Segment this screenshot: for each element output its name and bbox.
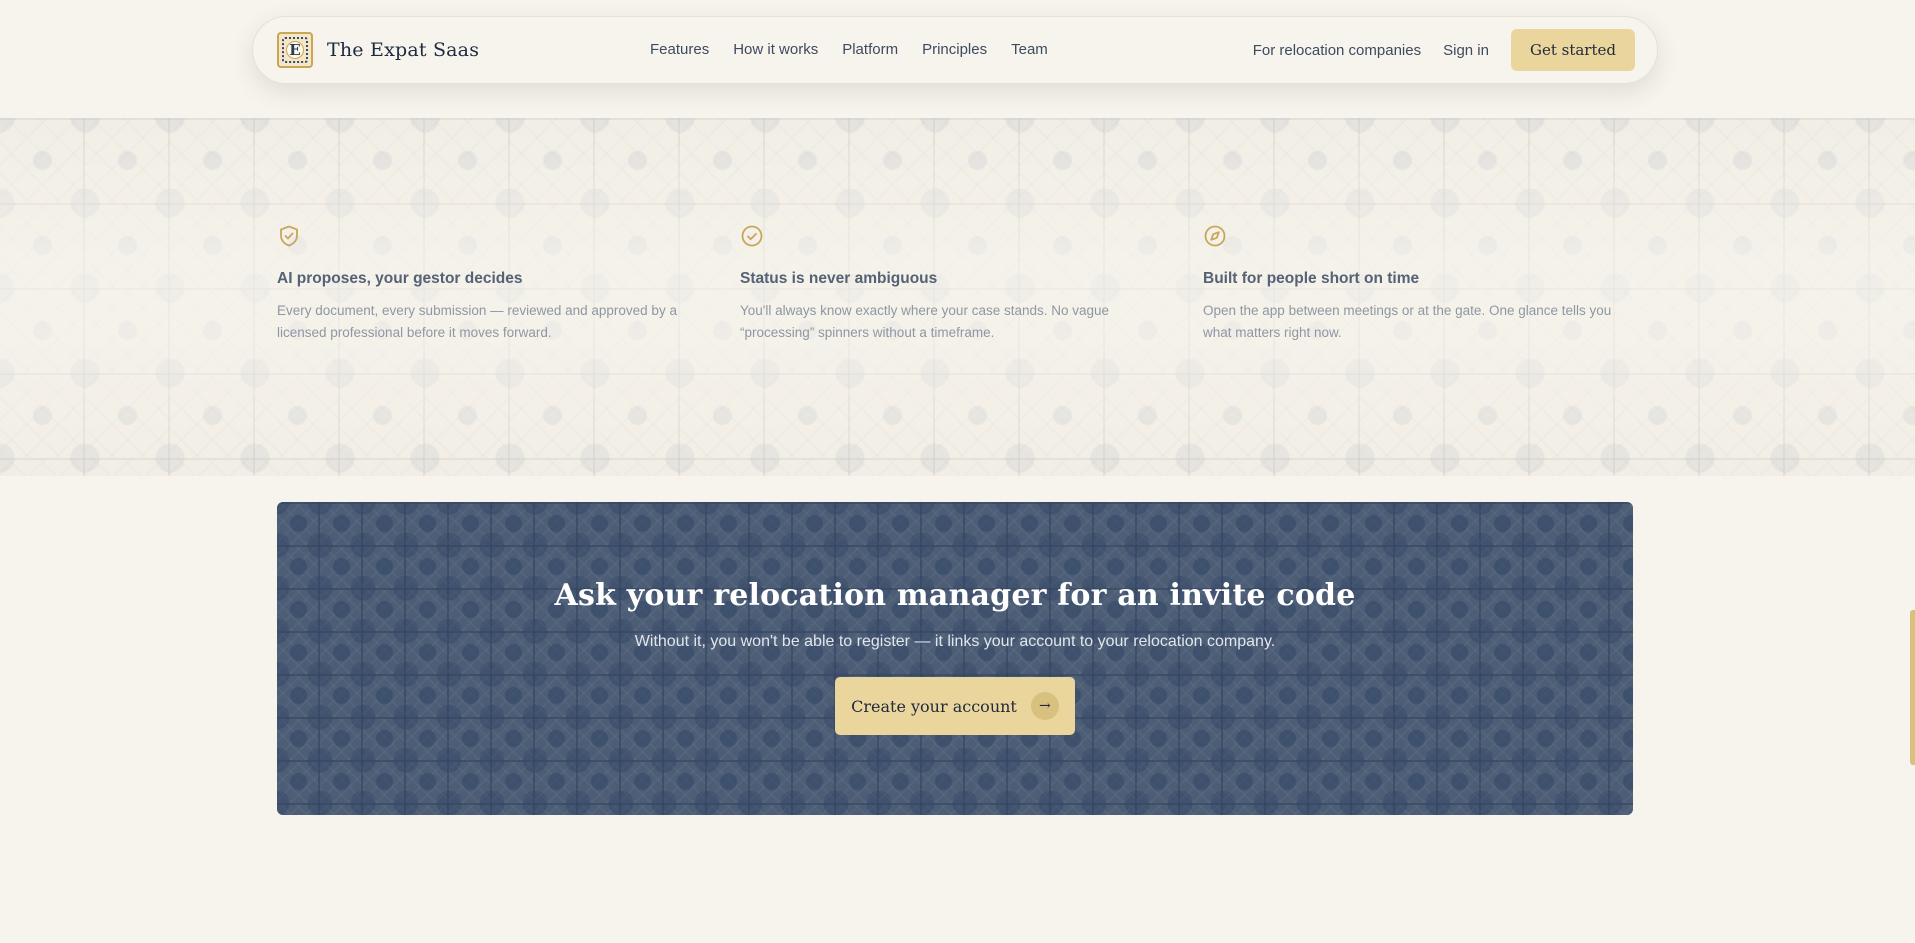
feature-description: Every document, every submission — revie… <box>277 303 677 340</box>
scroll-handle[interactable] <box>1910 610 1915 765</box>
logo-letter: E <box>286 41 304 59</box>
nav-links: Features How it works Platform Principle… <box>650 41 1048 58</box>
feature-built-for-time: Built for people short on time Open the … <box>1203 224 1666 344</box>
feature-description: Open the app between meetings or at the … <box>1203 303 1612 340</box>
feature-status: Status is never ambiguous You'll always … <box>740 224 1203 344</box>
circle-check-icon <box>741 225 763 247</box>
nav-link-how-it-works[interactable]: How it works <box>733 41 818 58</box>
for-relocation-companies-link[interactable]: For relocation companies <box>1253 42 1421 59</box>
create-account-button[interactable]: Create your account → <box>835 677 1075 735</box>
brand[interactable]: E The Expat Saas <box>277 32 637 68</box>
create-account-label: Create your account <box>851 696 1017 716</box>
cta-subtitle: Without it, you won't be able to registe… <box>634 633 1276 650</box>
nav-link-platform[interactable]: Platform <box>842 41 898 58</box>
sign-in-link[interactable]: Sign in <box>1443 42 1489 59</box>
brand-logo-icon: E <box>277 32 313 68</box>
cta-title: Ask your relocation manager for an invit… <box>554 578 1356 613</box>
feature-title: Built for people short on time <box>1203 270 1420 287</box>
top-navigation: E The Expat Saas Features How it works P… <box>252 16 1658 84</box>
nav-link-features[interactable]: Features <box>650 41 709 58</box>
nav-actions: For relocation companies Sign in Get sta… <box>1253 29 1635 71</box>
feature-title: Status is never ambiguous <box>740 270 938 287</box>
nav-link-principles[interactable]: Principles <box>922 41 987 58</box>
invite-code-cta: Ask your relocation manager for an invit… <box>277 502 1633 815</box>
nav-link-team[interactable]: Team <box>1011 41 1048 58</box>
feature-title: AI proposes, your gestor decides <box>277 270 523 287</box>
feature-description: You'll always know exactly where your ca… <box>740 303 1110 340</box>
arrow-right-icon: → <box>1030 692 1059 720</box>
brand-name: The Expat Saas <box>327 39 480 61</box>
feature-ai-proposes: AI proposes, your gestor decides Every d… <box>277 224 740 344</box>
shield-check-icon <box>280 225 298 247</box>
compass-icon <box>1204 225 1226 247</box>
principles-features: AI proposes, your gestor decides Every d… <box>277 224 1666 344</box>
get-started-button[interactable]: Get started <box>1510 29 1635 71</box>
cta-content: Ask your relocation manager for an invit… <box>277 502 1633 735</box>
